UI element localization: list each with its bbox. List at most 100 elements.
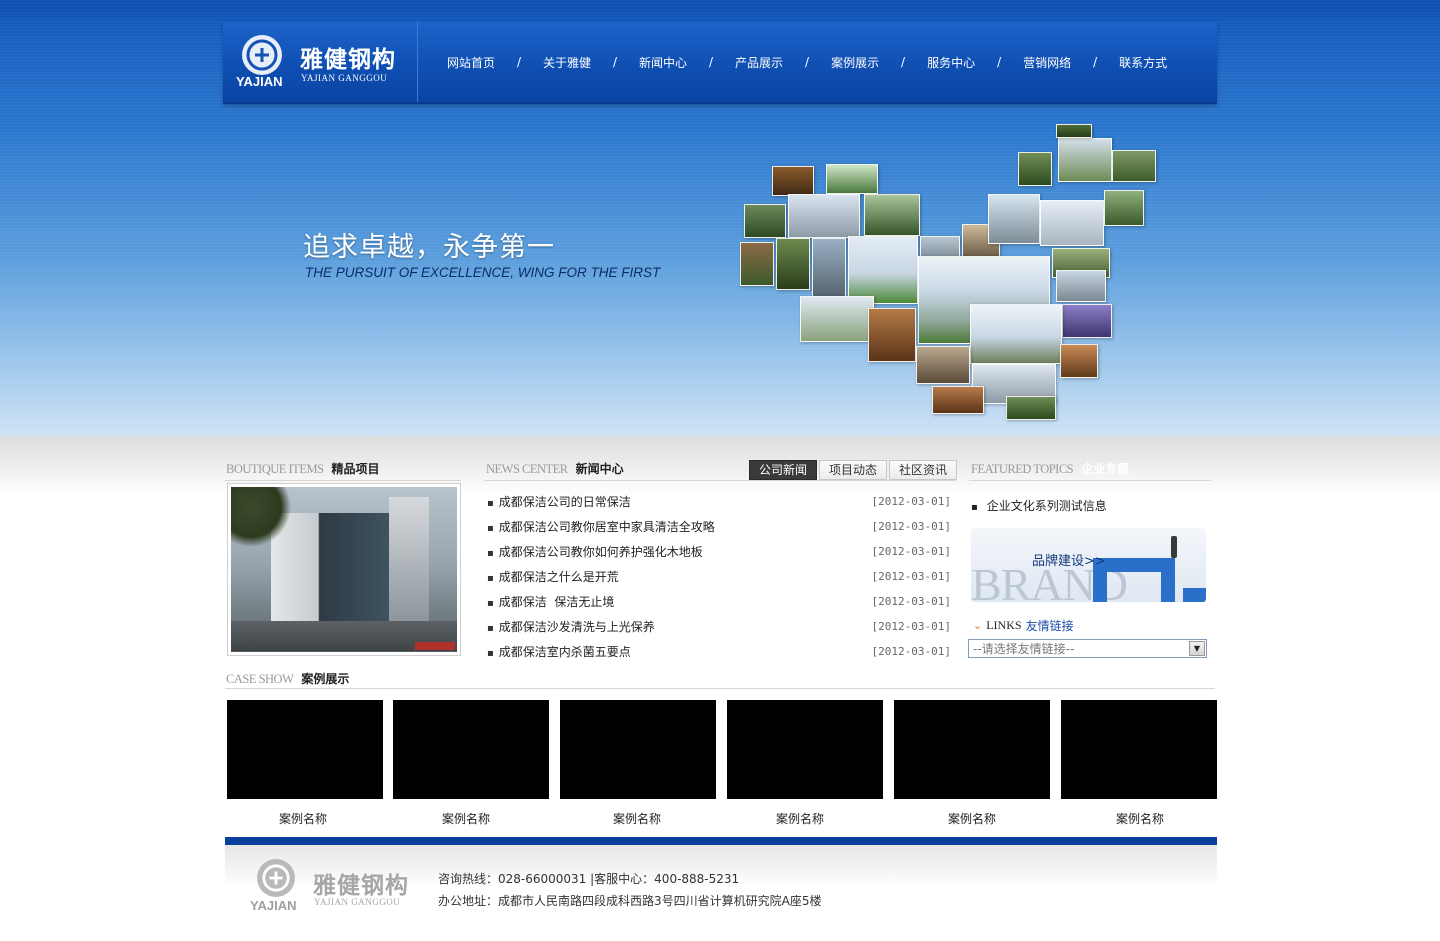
featured-title-english: FEATURED TOPICS bbox=[971, 462, 1074, 476]
case-image[interactable] bbox=[894, 700, 1050, 799]
nav-separator: / bbox=[805, 55, 810, 69]
featured-topic-link[interactable]: 企业文化系列测试信息 bbox=[971, 497, 1107, 514]
collage-photo bbox=[826, 164, 878, 194]
nav-item-news[interactable]: 新闻中心 bbox=[639, 54, 687, 71]
case-image[interactable] bbox=[227, 700, 383, 799]
collage-photo bbox=[776, 238, 810, 290]
news-title-chinese: 新闻中心 bbox=[575, 462, 624, 476]
news-link[interactable]: 成都保洁 保洁无止境 bbox=[487, 592, 615, 617]
section-divider bbox=[484, 480, 956, 481]
collage-photo bbox=[1040, 200, 1104, 246]
chevron-down-icon: ⌄ bbox=[973, 619, 983, 632]
collage-photo bbox=[1018, 152, 1052, 186]
brand-side-bar bbox=[1183, 588, 1206, 602]
building-photo-collage bbox=[736, 124, 1160, 422]
news-title-english: NEWS CENTER bbox=[486, 462, 568, 476]
case-image[interactable] bbox=[1061, 700, 1217, 799]
case-card: 案例名称 bbox=[393, 700, 549, 826]
case-name-link[interactable]: 案例名称 bbox=[442, 810, 490, 827]
news-date: [2012-03-01] bbox=[871, 545, 951, 558]
nav-item-about[interactable]: 关于雅健 bbox=[543, 54, 591, 71]
logo-chinese-name: 雅健钢构 bbox=[300, 47, 396, 73]
footer-logo-emblem-icon bbox=[257, 859, 295, 897]
case-card: 案例名称 bbox=[727, 700, 883, 826]
news-link[interactable]: 成都保洁之什么是开荒 bbox=[487, 567, 619, 592]
news-date: [2012-03-01] bbox=[871, 520, 951, 533]
banner-slogan-chinese: 追求卓越，永争第一 bbox=[303, 232, 555, 263]
collage-photo bbox=[1058, 138, 1112, 182]
case-name-link[interactable]: 案例名称 bbox=[948, 810, 996, 827]
collage-photo bbox=[772, 166, 814, 196]
news-link[interactable]: 成都保洁公司教你如何养护强化木地板 bbox=[487, 542, 703, 567]
tab-project-updates[interactable]: 项目动态 bbox=[819, 460, 888, 480]
case-card: 案例名称 bbox=[227, 700, 383, 826]
banner-slogan-english: THE PURSUIT OF EXCELLENCE, WING FOR THE … bbox=[305, 265, 661, 280]
collage-photo bbox=[1112, 150, 1156, 182]
footer-logo-chinese-name: 雅健钢构 bbox=[313, 873, 409, 899]
footer-divider-bar bbox=[225, 837, 1217, 845]
collage-photo bbox=[916, 346, 970, 384]
case-image[interactable] bbox=[727, 700, 883, 799]
boutique-project-photo[interactable] bbox=[227, 483, 461, 656]
select-value: --请选择友情链接-- bbox=[973, 642, 1075, 656]
nav-separator: / bbox=[613, 55, 618, 69]
featured-title-chinese: 企业专题 bbox=[1081, 462, 1130, 476]
boutique-section-title: BOUTIQUE ITEMS 精品项目 bbox=[226, 460, 380, 477]
list-item: 成都保洁公司的日常保洁 [2012-03-01] bbox=[487, 492, 951, 517]
links-section-title: ⌄ LINKS 友情链接 bbox=[973, 617, 1074, 634]
collage-photo bbox=[848, 236, 918, 304]
links-title-chinese: 友情链接 bbox=[1025, 619, 1074, 633]
collage-photo bbox=[970, 304, 1062, 364]
collage-photo bbox=[864, 194, 920, 236]
news-date: [2012-03-01] bbox=[871, 570, 951, 583]
news-list: 成都保洁公司的日常保洁 [2012-03-01] 成都保洁公司教你居室中家具清洁全… bbox=[487, 492, 951, 667]
dropdown-arrow-icon[interactable]: ▼ bbox=[1189, 641, 1205, 656]
list-item: 成都保洁 保洁无止境 [2012-03-01] bbox=[487, 592, 951, 617]
boutique-title-english: BOUTIQUE ITEMS bbox=[226, 462, 324, 476]
collage-photo bbox=[988, 194, 1040, 244]
news-link[interactable]: 成都保洁室内杀菌五要点 bbox=[487, 642, 631, 667]
site-logo[interactable]: YAJIAN 雅健钢构 YAJIAN GANGGOU bbox=[223, 22, 418, 102]
case-card: 案例名称 bbox=[1061, 700, 1217, 826]
nav-item-contact[interactable]: 联系方式 bbox=[1119, 54, 1167, 71]
news-link[interactable]: 成都保洁公司教你居室中家具清洁全攻略 bbox=[487, 517, 715, 542]
footer-logo-letters: YAJIAN bbox=[250, 898, 297, 913]
photo-building-tower bbox=[389, 497, 429, 623]
collage-photo bbox=[932, 386, 984, 414]
tab-company-news[interactable]: 公司新闻 bbox=[749, 460, 818, 480]
cases-section-title: CASE SHOW 案例展示 bbox=[226, 670, 349, 687]
nav-separator: / bbox=[709, 55, 714, 69]
collage-photo bbox=[1062, 304, 1112, 338]
friend-links-select[interactable]: --请选择友情链接-- ▼ bbox=[968, 639, 1207, 658]
nav-item-home[interactable]: 网站首页 bbox=[447, 54, 495, 71]
case-image[interactable] bbox=[393, 700, 549, 799]
footer-contact-info: 咨询热线：028-66000031 |客服中心：400-888-5231 bbox=[438, 872, 740, 886]
list-item: 成都保洁沙发清洗与上光保养 [2012-03-01] bbox=[487, 617, 951, 642]
case-name-link[interactable]: 案例名称 bbox=[613, 810, 661, 827]
case-name-link[interactable]: 案例名称 bbox=[776, 810, 824, 827]
collage-photo bbox=[788, 194, 860, 238]
nav-item-cases[interactable]: 案例展示 bbox=[831, 54, 879, 71]
case-image[interactable] bbox=[560, 700, 716, 799]
logo-emblem-icon bbox=[242, 35, 282, 75]
nav-separator: / bbox=[1093, 55, 1098, 69]
news-link[interactable]: 成都保洁沙发清洗与上光保养 bbox=[487, 617, 655, 642]
logo-english-name: YAJIAN GANGGOU bbox=[301, 73, 388, 83]
nav-item-products[interactable]: 产品展示 bbox=[735, 54, 783, 71]
case-name-link[interactable]: 案例名称 bbox=[1116, 810, 1164, 827]
nav-item-service[interactable]: 服务中心 bbox=[927, 54, 975, 71]
section-divider bbox=[225, 688, 1215, 689]
case-name-link[interactable]: 案例名称 bbox=[279, 810, 327, 827]
cases-title-chinese: 案例展示 bbox=[301, 672, 350, 686]
tab-community-info[interactable]: 社区资讯 bbox=[889, 460, 958, 480]
links-title-english: LINKS bbox=[986, 618, 1022, 632]
news-link[interactable]: 成都保洁公司的日常保洁 bbox=[487, 492, 631, 517]
brand-building-banner[interactable]: BRAND 品牌建设>> bbox=[971, 528, 1206, 602]
collage-photo bbox=[1056, 124, 1092, 138]
list-item: 成都保洁室内杀菌五要点 [2012-03-01] bbox=[487, 642, 951, 667]
collage-photo bbox=[1104, 190, 1144, 226]
case-gallery: 案例名称 案例名称 案例名称 案例名称 案例名称 案例名称 bbox=[227, 700, 1217, 830]
collage-photo bbox=[1060, 344, 1098, 378]
nav-item-network[interactable]: 营销网络 bbox=[1023, 54, 1071, 71]
section-divider bbox=[969, 480, 1211, 481]
